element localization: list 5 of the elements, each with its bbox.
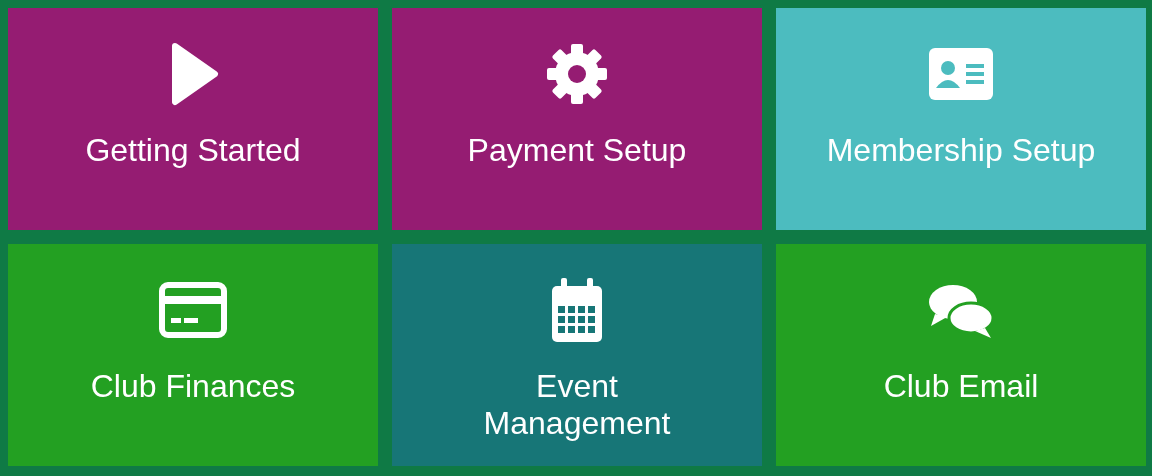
tile-button[interactable]: Club Finances bbox=[8, 244, 378, 466]
tile-button[interactable]: Payment Setup bbox=[392, 8, 762, 230]
tile-button[interactable]: Club Email bbox=[776, 244, 1146, 466]
tile-button[interactable]: Event Management bbox=[392, 244, 762, 466]
tile-button[interactable]: Getting Started bbox=[8, 8, 378, 230]
